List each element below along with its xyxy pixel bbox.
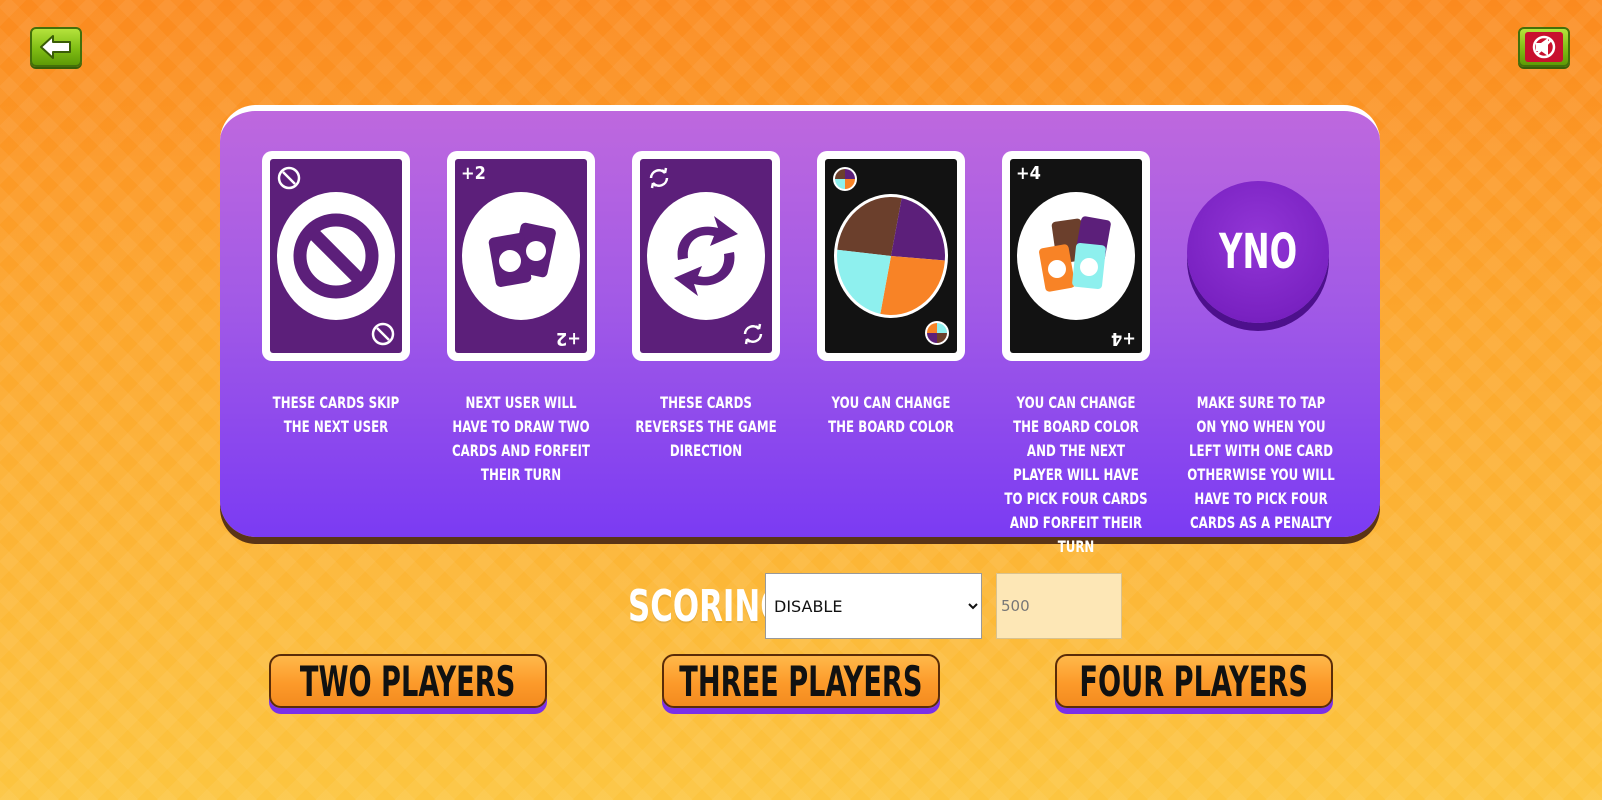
draw-two-icon [488,222,556,287]
wild-corner-icon [833,167,857,191]
wild-card-column: YOU CAN CHANGE THE BOARD COLOR [817,151,965,439]
reverse-card-column: THESE CARDS REVERSES THE GAME DIRECTION [632,151,780,463]
yno-label: YNO [1218,224,1298,280]
wild-draw-four-card: +4 +4 [1002,151,1150,361]
draw-two-card-column: +2 +2 NEXT USER WILL HAVE TO DRAW TWO CA… [447,151,595,487]
wild-card [817,151,965,361]
four-players-label: FOUR PLAYERS [1079,656,1309,706]
wild-corner-icon [925,321,949,345]
scoring-label: SCORING [628,580,786,632]
three-players-button[interactable]: THREE PLAYERS [662,654,940,708]
two-players-button[interactable]: TWO PLAYERS [269,654,547,708]
skip-card-column: THESE CARDS SKIP THE NEXT USER [262,151,410,439]
wild-card-description: YOU CAN CHANGE THE BOARD COLOR [828,393,954,436]
draw-two-card: +2 +2 [447,151,595,361]
skip-corner-icon [371,322,395,346]
sound-muted-icon [1525,32,1563,62]
skip-card [262,151,410,361]
skip-corner-icon [277,166,301,190]
mute-button[interactable] [1518,27,1570,67]
rules-panel: THESE CARDS SKIP THE NEXT USER +2 +2 NEX… [220,105,1380,556]
draw-two-card-description: NEXT USER WILL HAVE TO DRAW TWO CARDS AN… [452,393,590,484]
reverse-card-description: THESE CARDS REVERSES THE GAME DIRECTION [635,393,777,460]
draw-two-corner-label: +2 [461,163,486,184]
draw-four-corner-label: +4 [1016,163,1041,184]
scoring-select[interactable]: DISABLE [765,573,982,639]
two-players-label: TWO PLAYERS [300,656,516,706]
three-players-label: THREE PLAYERS [679,656,923,706]
reverse-corner-icon [649,167,669,189]
four-players-button[interactable]: FOUR PLAYERS [1055,654,1333,708]
yno-description: MAKE SURE TO TAP ON YNO WHEN YOU LEFT WI… [1187,393,1335,532]
reverse-corner-icon [743,323,763,345]
yno-badge: YNO [1187,181,1329,323]
draw-four-cards-icon [1039,216,1111,292]
back-button[interactable] [30,27,82,67]
wild-color-wheel-icon [834,194,948,318]
reverse-card [632,151,780,361]
skip-icon [293,213,379,299]
skip-card-description: THESE CARDS SKIP THE NEXT USER [272,393,400,436]
wild-draw-four-card-column: +4 +4 YOU CAN CHANGE THE BOARD COLOR AND… [1002,151,1150,559]
reverse-icon [674,216,738,296]
back-arrow-icon [40,35,71,59]
draw-four-corner-label: +4 [1111,328,1136,349]
draw-two-corner-label: +2 [556,328,581,349]
wild-draw-four-card-description: YOU CAN CHANGE THE BOARD COLOR AND THE N… [1004,393,1148,556]
scoring-points-input[interactable] [996,573,1122,639]
scoring-row: SCORING DISABLE [628,573,1122,639]
yno-column: YNO MAKE SURE TO TAP ON YNO WHEN YOU LEF… [1187,151,1335,535]
